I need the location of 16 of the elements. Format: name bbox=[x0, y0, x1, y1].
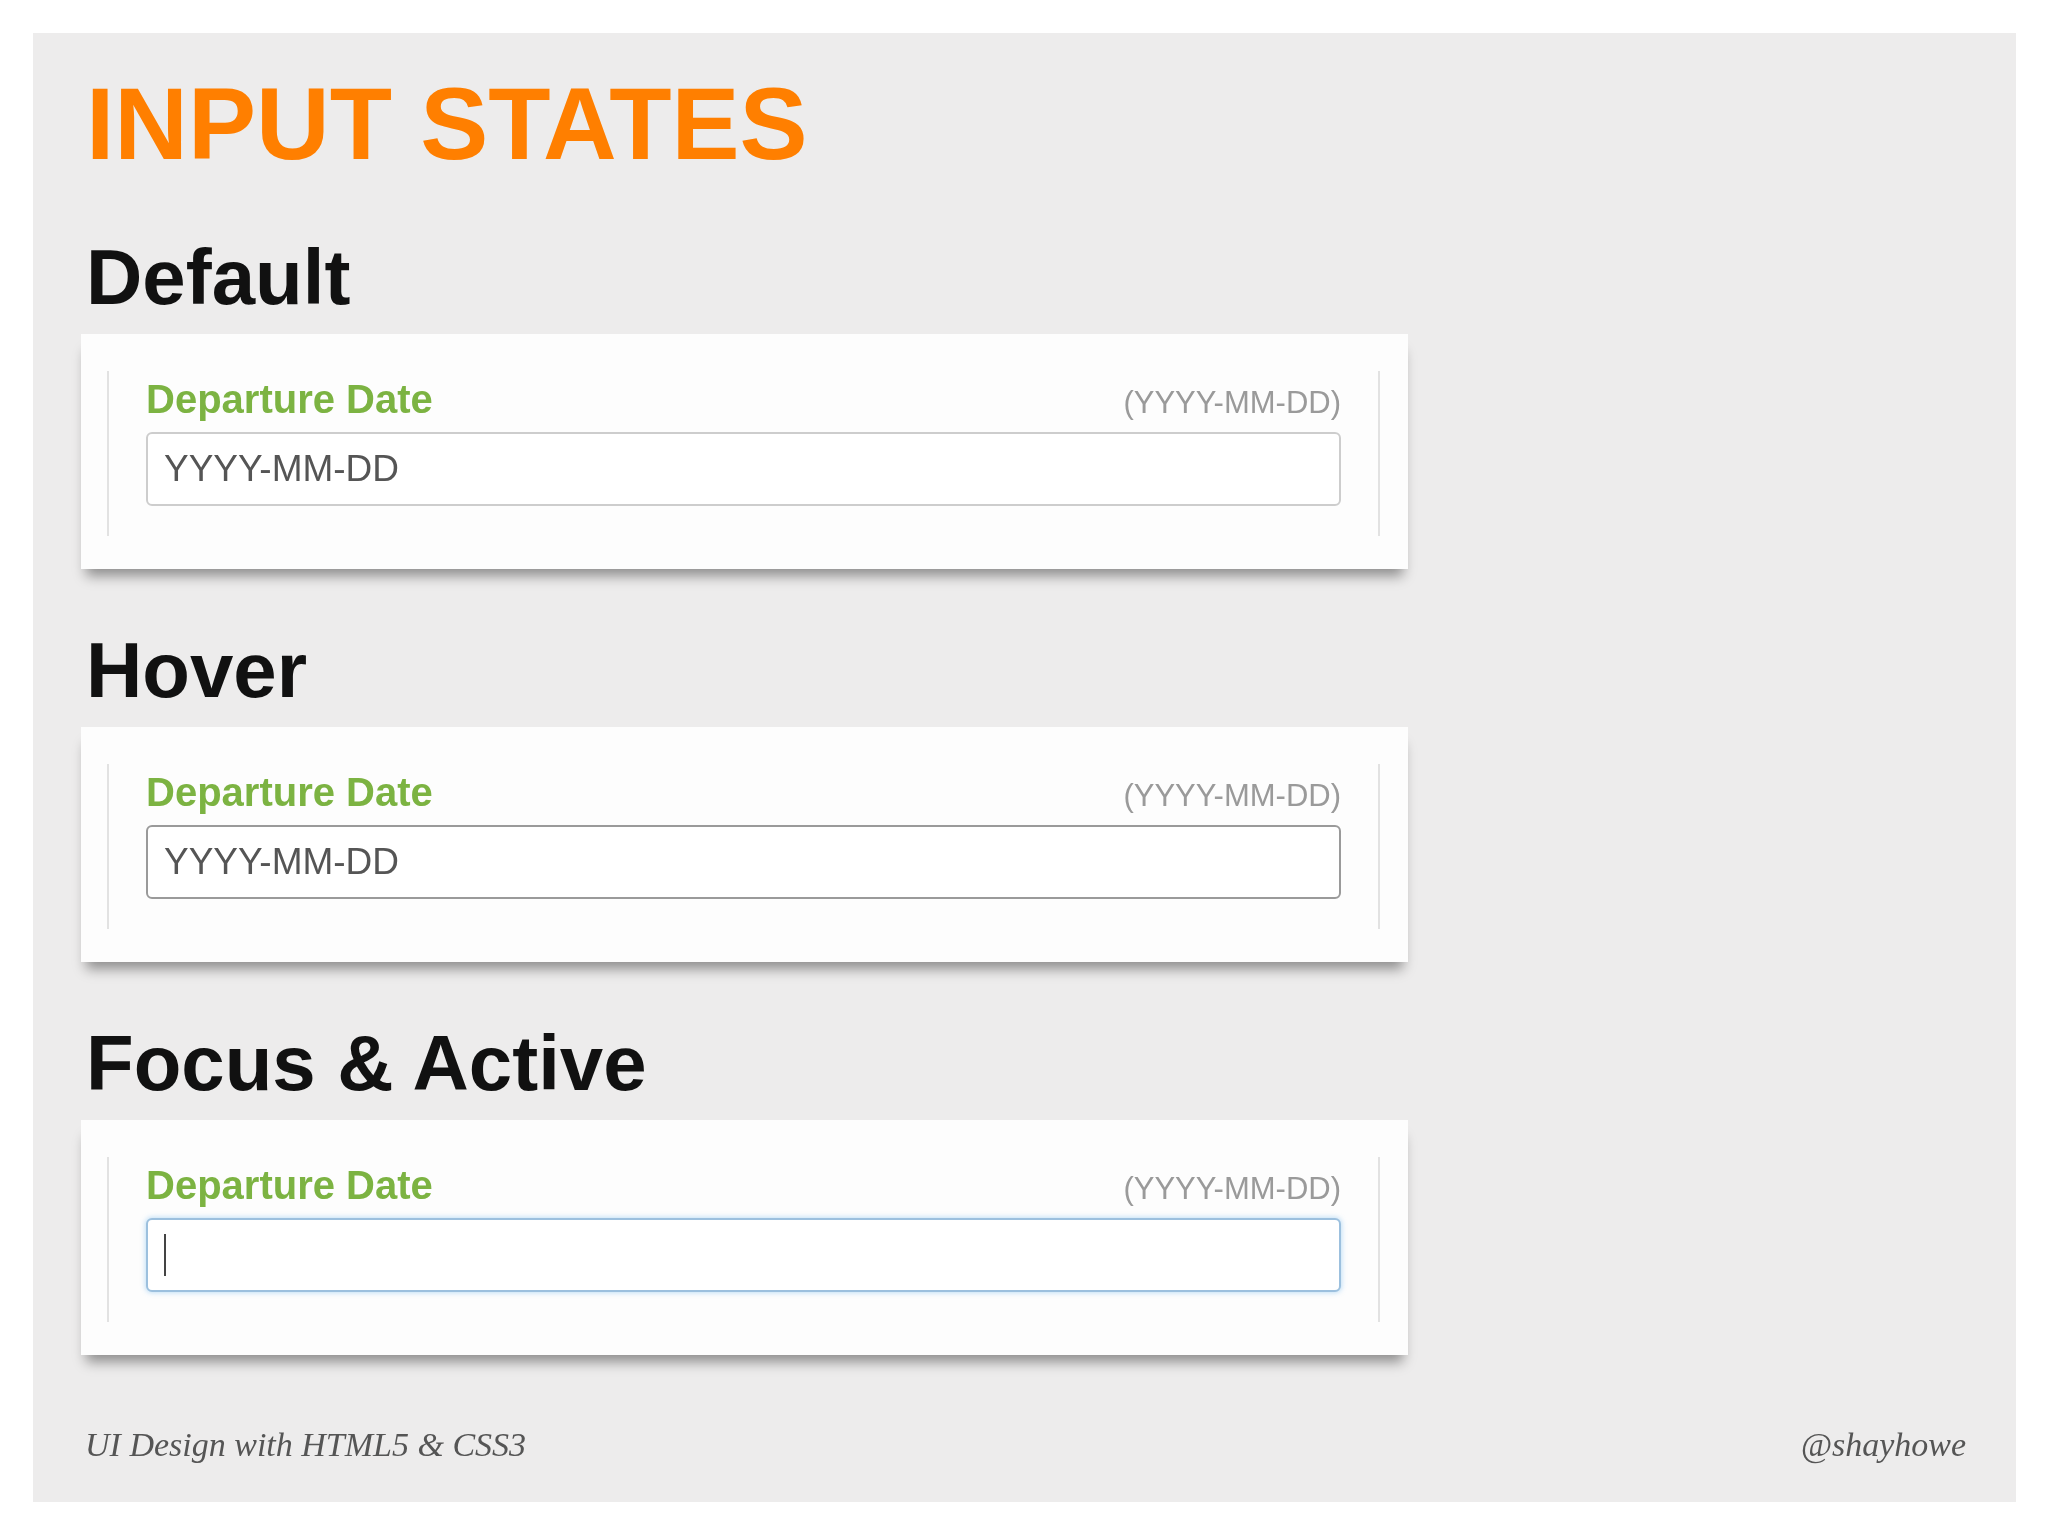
field-label: Departure Date bbox=[146, 1165, 433, 1205]
footer-text: UI Design with HTML5 & CSS3 bbox=[85, 1425, 527, 1465]
section-heading: Default bbox=[86, 238, 351, 316]
format-hint: (YYYY-MM-DD) bbox=[1123, 387, 1341, 418]
date-input[interactable]: YYYY-MM-DD bbox=[146, 825, 1341, 899]
field-label: Departure Date bbox=[146, 772, 433, 812]
date-input[interactable]: YYYY-MM-DD bbox=[146, 432, 1341, 506]
footer-handle: @shayhowe bbox=[1800, 1425, 1966, 1466]
section-heading: Focus & Active bbox=[86, 1024, 647, 1102]
format-hint: (YYYY-MM-DD) bbox=[1123, 780, 1341, 811]
format-hint: (YYYY-MM-DD) bbox=[1123, 1173, 1341, 1204]
text-cursor-icon bbox=[164, 1234, 166, 1276]
date-input[interactable] bbox=[146, 1218, 1341, 1292]
section-heading: Hover bbox=[86, 631, 308, 709]
slide-title: INPUT STATES bbox=[86, 73, 808, 175]
field-label: Departure Date bbox=[146, 379, 433, 419]
